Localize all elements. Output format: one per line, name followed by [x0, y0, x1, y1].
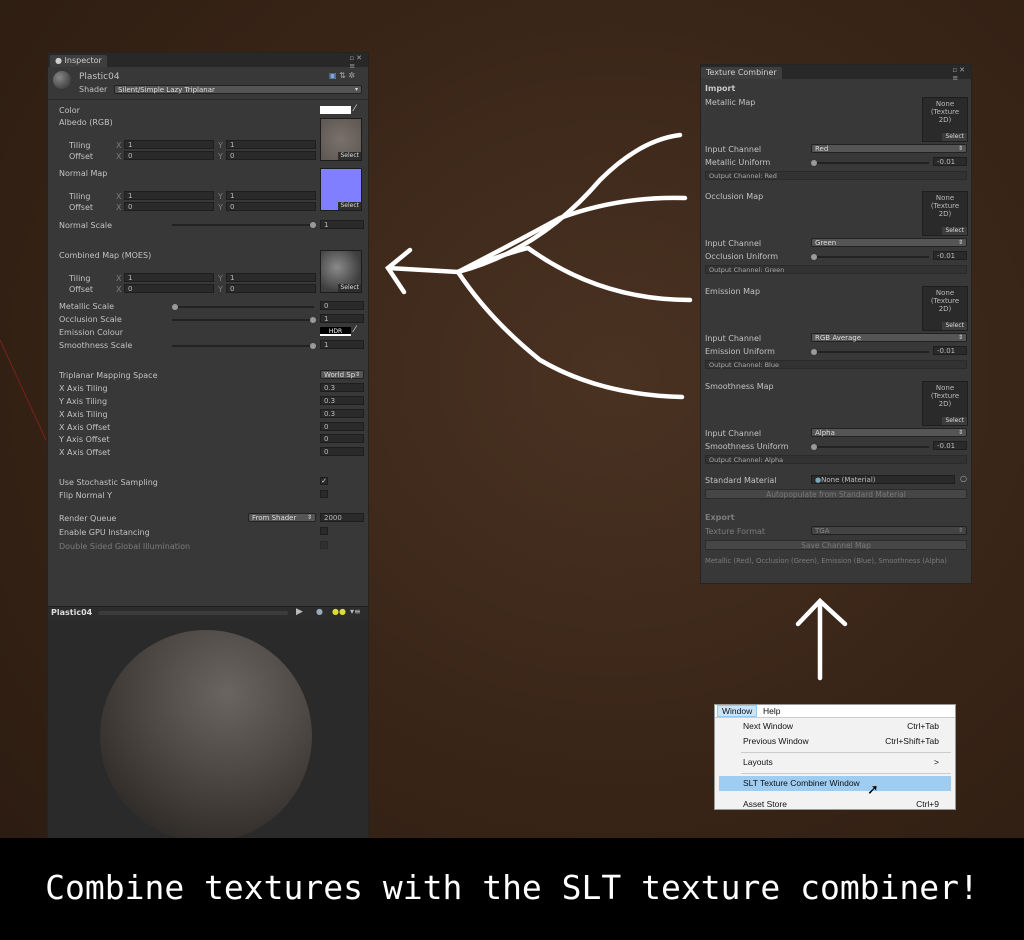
texture-text: (Texture: [930, 297, 960, 305]
input-channel-dropdown[interactable]: Green ⇕: [811, 238, 967, 247]
menu-item-shortcut: Ctrl+Shift+Tab: [885, 736, 939, 746]
uniform-slider-knob[interactable]: [811, 254, 817, 260]
map-select-button[interactable]: Select: [942, 133, 967, 141]
menu-separator: [741, 773, 951, 774]
map-texture-slot[interactable]: None (Texture 2D) Select: [922, 381, 968, 426]
uniform-label: Emission Uniform: [705, 347, 775, 356]
menu-item-shortcut: >: [934, 757, 939, 767]
import-heading: Import: [705, 84, 736, 93]
input-channel-dropdown[interactable]: Alpha ⇕: [811, 428, 967, 437]
uniform-value[interactable]: -0.01: [933, 157, 967, 166]
menu-item-label: SLT Texture Combiner Window: [743, 778, 860, 788]
output-channel-bar: Output Channel: Green: [705, 265, 967, 274]
map-select-button[interactable]: Select: [942, 417, 967, 425]
menu-window[interactable]: Window: [717, 705, 758, 717]
texture-combiner-panel: Texture Combiner ▫✕ ≡ Import Metallic Map…: [700, 64, 972, 584]
standard-material-value: None (Material): [821, 476, 876, 484]
map-texture-slot[interactable]: None (Texture 2D) Select: [922, 191, 968, 236]
mouse-cursor-icon: ➚: [867, 781, 879, 797]
texture-text: (Texture: [930, 202, 960, 210]
menu-help[interactable]: Help: [759, 705, 784, 717]
input-channel-value: RGB Average: [815, 334, 862, 342]
input-channel-label: Input Channel: [705, 239, 762, 248]
map-texture-slot[interactable]: None (Texture 2D) Select: [922, 97, 968, 142]
save-channel-map-button[interactable]: Save Channel Map: [705, 540, 967, 550]
menu-item[interactable]: Asset Store Ctrl+9: [719, 797, 951, 812]
uniform-label: Occlusion Uniform: [705, 252, 779, 261]
texture-format-dropdown[interactable]: TGA ⇕: [811, 526, 967, 535]
menu-item[interactable]: Layouts >: [719, 755, 951, 770]
uniform-label: Smoothness Uniform: [705, 442, 789, 451]
menu-item-label: Previous Window: [743, 736, 809, 746]
texture-text: (Texture: [930, 392, 960, 400]
texture-format-label: Texture Format: [705, 527, 766, 536]
tab-texture-combiner[interactable]: Texture Combiner: [701, 67, 782, 79]
texture-format-value: TGA: [815, 527, 830, 535]
output-channel-bar: Output Channel: Red: [705, 171, 967, 180]
uniform-slider[interactable]: [813, 351, 929, 353]
texture-text: (Texture: [930, 108, 960, 116]
input-channel-label: Input Channel: [705, 429, 762, 438]
uniform-slider[interactable]: [813, 256, 929, 258]
none-text: None: [935, 384, 955, 392]
input-channel-value: Red: [815, 145, 829, 153]
uniform-value[interactable]: -0.01: [933, 346, 967, 355]
output-channel-bar: Output Channel: Blue: [705, 360, 967, 369]
map-texture-slot[interactable]: None (Texture 2D) Select: [922, 286, 968, 331]
map-name-label: Smoothness Map: [705, 382, 774, 391]
combiner-window-buttons[interactable]: ▫✕ ≡: [952, 66, 967, 82]
menu-item-label: Layouts: [743, 757, 773, 767]
menu-item-label: Asset Store: [743, 799, 787, 809]
input-channel-value: Alpha: [815, 429, 835, 437]
menu-item-label: Next Window: [743, 721, 794, 731]
window-menu: Window Help Next Window Ctrl+Tab Previou…: [714, 704, 956, 810]
export-heading: Export: [705, 513, 735, 522]
map-name-label: Occlusion Map: [705, 192, 764, 201]
uniform-label: Metallic Uniform: [705, 158, 771, 167]
menu-item-shortcut: Ctrl+9: [916, 799, 939, 809]
map-select-button[interactable]: Select: [942, 322, 967, 330]
map-name-label: Metallic Map: [705, 98, 756, 107]
menu-item[interactable]: SLT Texture Combiner Window: [719, 776, 951, 791]
input-channel-label: Input Channel: [705, 334, 762, 343]
input-channel-label: Input Channel: [705, 145, 762, 154]
menu-separator: [741, 752, 951, 753]
standard-material-label: Standard Material: [705, 476, 777, 485]
none-text: None: [935, 289, 955, 297]
map-select-button[interactable]: Select: [942, 227, 967, 235]
twod-text: 2D): [938, 400, 952, 408]
menu-item[interactable]: Previous Window Ctrl+Shift+Tab: [719, 734, 951, 749]
combiner-tabbar: Texture Combiner ▫✕ ≡: [701, 65, 971, 82]
menu-bar: Window Help: [715, 705, 955, 718]
input-channel-dropdown[interactable]: RGB Average ⇕: [811, 333, 967, 342]
none-text: None: [935, 100, 955, 108]
map-name-label: Emission Map: [705, 287, 761, 296]
uniform-slider[interactable]: [813, 162, 929, 164]
uniform-value[interactable]: -0.01: [933, 441, 967, 450]
autopopulate-button[interactable]: Autopopulate from Standard Material: [705, 489, 967, 499]
menu-item[interactable]: Next Window Ctrl+Tab: [719, 719, 951, 734]
standard-material-field[interactable]: ●None (Material): [811, 475, 955, 484]
none-text: None: [935, 194, 955, 202]
input-channel-dropdown[interactable]: Red ⇕: [811, 144, 967, 153]
uniform-slider-knob[interactable]: [811, 160, 817, 166]
combiner-footer: Metallic (Red), Occlusion (Green), Emiss…: [705, 557, 947, 565]
uniform-value[interactable]: -0.01: [933, 251, 967, 260]
twod-text: 2D): [938, 305, 952, 313]
uniform-slider-knob[interactable]: [811, 444, 817, 450]
uniform-slider-knob[interactable]: [811, 349, 817, 355]
uniform-slider[interactable]: [813, 446, 929, 448]
material-picker-icon[interactable]: ○: [960, 474, 967, 483]
input-channel-value: Green: [815, 239, 837, 247]
caption-text: Combine textures with the SLT texture co…: [45, 868, 979, 907]
menu-item-shortcut: Ctrl+Tab: [907, 721, 939, 731]
twod-text: 2D): [938, 210, 952, 218]
output-channel-bar: Output Channel: Alpha: [705, 455, 967, 464]
twod-text: 2D): [938, 116, 952, 124]
caption-bar: Combine textures with the SLT texture co…: [0, 838, 1024, 940]
